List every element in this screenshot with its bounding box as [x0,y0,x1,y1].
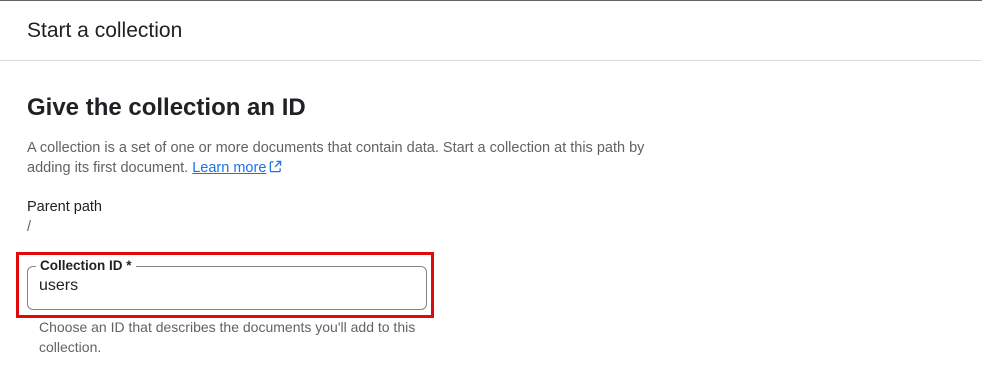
learn-more-label: Learn more [192,160,267,176]
learn-more-link[interactable]: Learn more [192,160,282,176]
parent-path-value: / [27,219,32,235]
start-collection-panel: Start a collection Give the collection a… [0,0,982,368]
open-in-new-icon [270,160,282,173]
collection-id-hint: Choose an ID that describes the document… [39,319,416,355]
collection-id-label: Collection ID * [36,258,136,274]
description-text: A collection is a set of one or more doc… [27,140,645,176]
section-description: A collection is a set of one or more doc… [27,138,667,178]
parent-path-label: Parent path [27,199,102,215]
section-heading: Give the collection an ID [27,94,306,121]
collection-id-field[interactable]: Collection ID * [27,258,427,310]
collection-id-input[interactable] [39,277,409,295]
panel-header: Start a collection [0,1,982,61]
panel-title: Start a collection [27,18,183,42]
